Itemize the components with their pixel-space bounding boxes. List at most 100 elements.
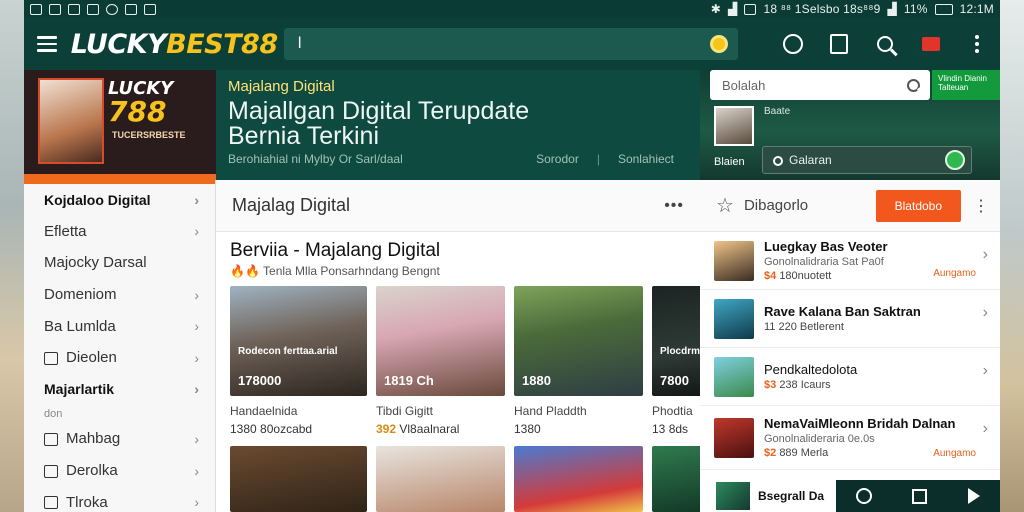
news-grid-row-2 bbox=[230, 446, 712, 512]
grid-icon bbox=[44, 432, 58, 446]
sidebar-item-9[interactable]: Tlroka › bbox=[24, 486, 215, 512]
news-card-image[interactable] bbox=[230, 446, 367, 512]
sidebar-sub-note: don bbox=[44, 408, 63, 421]
list-item[interactable]: Rave Kalana Ban Saktran 11 220 Betlerent… bbox=[700, 290, 1000, 348]
list-item-thumbnail bbox=[714, 298, 754, 339]
status-nfc-icon bbox=[744, 3, 757, 15]
status-signal-icon: ▟ bbox=[728, 2, 738, 16]
sidebar-item-0[interactable]: Kojdaloo Digital › bbox=[24, 184, 215, 216]
list-item-thumbnail bbox=[716, 482, 750, 510]
primary-button[interactable]: Blatdobo bbox=[875, 189, 961, 222]
background-left bbox=[0, 0, 24, 512]
promo-tagline: TUCERSRBESTE bbox=[112, 130, 186, 140]
sidebar-item-4[interactable]: Ba Lumlda › bbox=[24, 310, 215, 342]
hero-banner: Majalang Digital Majallgan Digital Terup… bbox=[216, 70, 700, 180]
news-card-image[interactable] bbox=[376, 446, 505, 512]
news-card-title: Hand Pladdth bbox=[514, 404, 587, 418]
sidebar: Kojdaloo Digital › Efletta › Majocky Darsa… bbox=[24, 180, 216, 512]
news-card-title: Handaelnida bbox=[230, 404, 298, 418]
home-icon[interactable] bbox=[856, 488, 873, 504]
logo[interactable]: LUCKYBEST88 bbox=[71, 29, 280, 60]
thumbnail-label: Baate bbox=[764, 106, 791, 117]
bookmark-button[interactable] bbox=[816, 18, 862, 70]
timer-button[interactable] bbox=[770, 18, 816, 70]
status-text: 18 ⁸⁸ 1Selsbo 18s⁸⁸9 bbox=[763, 2, 881, 16]
news-card-image[interactable] bbox=[514, 446, 643, 512]
folder-icon bbox=[44, 351, 58, 365]
news-card[interactable]: Rodecon ferttaa.arial 178000 Handaelnida… bbox=[230, 286, 367, 436]
search-button[interactable] bbox=[862, 18, 908, 70]
chevron-right-icon: › bbox=[194, 223, 199, 240]
sidebar-item-2[interactable]: Majocky Darsal bbox=[24, 247, 215, 279]
sidebar-item-5[interactable]: Dieolen › bbox=[24, 342, 215, 374]
news-card[interactable]: 1880 Hand Pladdth 1380 bbox=[514, 286, 643, 436]
fire-icon: 🔥🔥 bbox=[230, 264, 260, 278]
content-title: Majalag Digital bbox=[232, 195, 351, 215]
list-item[interactable]: Luegkay Bas Veoter Gonolnalidraria Sat P… bbox=[700, 232, 1000, 290]
main-content: Majalag Digital ••• Berviia - Majalang D… bbox=[216, 180, 712, 512]
search-icon bbox=[907, 78, 920, 92]
mail-icon bbox=[87, 3, 99, 15]
right-panel-header: ☆ Dibagorlo Blatdobo ⋮ bbox=[700, 180, 1000, 232]
sidebar-item-7[interactable]: Mahbag › bbox=[24, 423, 215, 455]
chevron-right-icon: › bbox=[194, 318, 199, 335]
right-search-input[interactable]: Bolalah bbox=[710, 70, 930, 100]
chevron-right-icon: › bbox=[982, 362, 988, 379]
sidebar-item-8[interactable]: Derolka › bbox=[24, 455, 215, 487]
right-filter-field[interactable]: Galaran bbox=[762, 146, 972, 174]
section-meta: 🔥🔥 Tenla Mlla Ponsarhndang Bengnt bbox=[230, 264, 440, 278]
hero-action-2[interactable]: Sonlahiect bbox=[618, 152, 674, 166]
search-icon bbox=[773, 155, 783, 166]
news-card-image: Rodecon ferttaa.arial 178000 bbox=[230, 286, 367, 396]
right-panel-title: Dibagorlo bbox=[743, 197, 809, 214]
list-item-thumbnail bbox=[714, 356, 754, 397]
back-icon[interactable] bbox=[967, 488, 980, 504]
profile-thumbnail[interactable] bbox=[714, 106, 754, 146]
banner-label: Blaien bbox=[714, 156, 745, 168]
right-panel-banner: Bolalah Vlindin Dianin Talteuan Baate Bl… bbox=[700, 70, 1000, 180]
app-icon bbox=[144, 3, 156, 15]
sidebar-item-6[interactable]: Majarlartik › bbox=[24, 374, 215, 406]
list-item-thumbnail bbox=[714, 240, 754, 281]
clock: 12:1M bbox=[959, 2, 994, 16]
news-grid: Rodecon ferttaa.arial 178000 Handaelnida… bbox=[230, 286, 712, 436]
promo-brand: LUCKY 788 bbox=[108, 78, 174, 128]
check-icon[interactable] bbox=[945, 150, 965, 170]
chevron-right-icon: › bbox=[194, 349, 199, 366]
search-input[interactable]: l bbox=[283, 28, 738, 60]
more-icon bbox=[975, 35, 979, 53]
status-bar: ✱ ▟ 18 ⁸⁸ 1Selsbo 18s⁸⁸9 ▟ 11% 12:1M bbox=[24, 0, 1000, 18]
right-panel-list: Luegkay Bas Veoter Gonolnalidraria Sat P… bbox=[700, 232, 1000, 512]
battery-percent: 11% bbox=[903, 2, 928, 16]
coin-icon[interactable] bbox=[710, 35, 728, 53]
app-header: LUCKYBEST88 l bbox=[24, 18, 1000, 70]
search-input-value: l bbox=[297, 35, 302, 52]
star-icon[interactable]: ☆ bbox=[716, 193, 734, 218]
more-horizontal-icon[interactable]: ⋮ bbox=[973, 196, 990, 216]
notification-icon bbox=[922, 37, 940, 51]
notification-button[interactable] bbox=[908, 18, 954, 70]
battery-icon bbox=[934, 3, 953, 15]
promo-badge[interactable]: Vlindin Dianin Talteuan bbox=[932, 70, 1000, 100]
section-title: Berviia - Majalang Digital bbox=[230, 240, 441, 261]
list-item[interactable]: NemaVaiMleonn Bridah Dalnan Gonolnalider… bbox=[700, 406, 1000, 470]
sidebar-item-3[interactable]: Domeniom › bbox=[24, 279, 215, 311]
chart-icon bbox=[44, 496, 58, 510]
hero-subtitle: Majalang Digital bbox=[228, 78, 335, 95]
more-button[interactable] bbox=[954, 18, 1000, 70]
sidebar-item-1[interactable]: Efletta › bbox=[24, 216, 215, 248]
hero-action-1[interactable]: Sorodor bbox=[536, 152, 579, 166]
chevron-right-icon: › bbox=[194, 286, 199, 303]
content-header: Majalag Digital ••• bbox=[216, 180, 700, 232]
status-signal-bars-icon: ▟ bbox=[887, 2, 897, 16]
list-item-partial[interactable]: Bsegrall Da bbox=[714, 480, 836, 512]
hero-meta: Berohiahial ni Mylby Or Sarl/daal bbox=[228, 152, 403, 166]
divider: | bbox=[596, 152, 600, 166]
chevron-right-icon: › bbox=[194, 191, 199, 208]
list-item[interactable]: Pendkaltedolota $3 238 Icaurs › bbox=[700, 348, 1000, 406]
news-card[interactable]: 1819 Ch Tibdi Gigitt 392 Vl8aalnaral bbox=[376, 286, 505, 436]
more-horizontal-icon[interactable]: ••• bbox=[664, 197, 684, 215]
promo-banner[interactable]: LUCKY 788 TUCERSRBESTE bbox=[24, 70, 216, 180]
hamburger-icon[interactable] bbox=[24, 18, 71, 70]
recents-icon[interactable] bbox=[912, 488, 928, 504]
